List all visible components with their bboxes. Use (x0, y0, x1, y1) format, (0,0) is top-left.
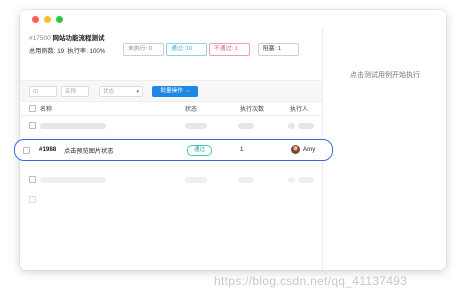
row-checkbox[interactable] (29, 176, 36, 183)
placeholder-bar (40, 123, 106, 129)
placeholder-bar (185, 123, 207, 129)
column-name: 名称 (40, 107, 53, 113)
watermark: https://blog.csdn.net/qq_41137493 (214, 274, 408, 288)
execution-rate: 执行率: 100% (67, 48, 106, 55)
close-window-button[interactable] (32, 16, 39, 23)
select-all-checkbox[interactable] (29, 105, 36, 112)
blocked-filter[interactable]: 阻塞: 1 (258, 43, 299, 56)
plan-id: #17500 (29, 35, 51, 42)
minimize-window-button[interactable] (44, 16, 51, 23)
table-row[interactable] (20, 116, 322, 136)
placeholder-bar (298, 123, 314, 129)
filter-toolbar: ID 名称 状态 ▾ 批量操作 ⌵ (20, 80, 322, 102)
placeholder-bar (288, 123, 295, 129)
case-id: #1988 (39, 146, 57, 153)
execution-panel: 点击测试用例开始执行 (322, 28, 446, 270)
placeholder-bar (238, 177, 254, 183)
window-titlebar (20, 10, 446, 28)
passed-filter[interactable]: 通过: 10 (166, 43, 207, 56)
chevron-down-icon: ⌵ (185, 88, 190, 94)
row-checkbox[interactable] (29, 122, 36, 129)
placeholder-bar (288, 177, 295, 183)
plan-stats: 总用例数: 19 执行率: 100% (29, 46, 105, 56)
assignee-name: Amy (303, 146, 316, 153)
status-badge: 通过 (187, 145, 212, 156)
maximize-window-button[interactable] (56, 16, 63, 23)
avatar (291, 145, 300, 154)
failed-filter[interactable]: 不通过: 1 (209, 43, 250, 56)
execution-hint: 点击测试用例开始执行 (350, 72, 420, 79)
status-filter-label: 状态 (103, 89, 115, 95)
plan-title: #17500 网站功能流程测试 (29, 32, 105, 42)
table-row[interactable] (20, 170, 322, 190)
column-status: 状态 (185, 107, 198, 113)
placeholder-bar (238, 123, 254, 129)
row-checkbox[interactable] (29, 196, 36, 203)
case-name: 点击预览图片状态 (64, 148, 114, 155)
status-filter-select[interactable]: 状态 ▾ (99, 86, 143, 97)
placeholder-bar (40, 177, 106, 183)
placeholder-bar (298, 177, 314, 183)
table-row[interactable] (20, 190, 322, 210)
column-executions: 执行次数 (240, 107, 265, 113)
column-assignee: 执行人 (290, 107, 309, 113)
execution-count: 1 (240, 146, 244, 153)
plan-name: 网站功能流程测试 (52, 35, 105, 42)
pending-filter[interactable]: 未执行: 0 (123, 43, 164, 56)
name-filter-input[interactable]: 名称 (61, 86, 89, 97)
batch-actions-button[interactable]: 批量操作 ⌵ (152, 86, 198, 97)
highlighted-test-case-row[interactable]: #1988 点击预览图片状态 通过 1 Amy (14, 139, 333, 161)
batch-actions-label: 批量操作 (160, 88, 183, 94)
table-header: 名称 状态 执行次数 执行人 (20, 101, 322, 116)
placeholder-bar (185, 177, 207, 183)
total-cases: 总用例数: 19 (29, 48, 65, 55)
id-filter-input[interactable]: ID (29, 86, 57, 97)
row-checkbox[interactable] (23, 147, 30, 154)
chevron-down-icon: ▾ (136, 89, 139, 95)
